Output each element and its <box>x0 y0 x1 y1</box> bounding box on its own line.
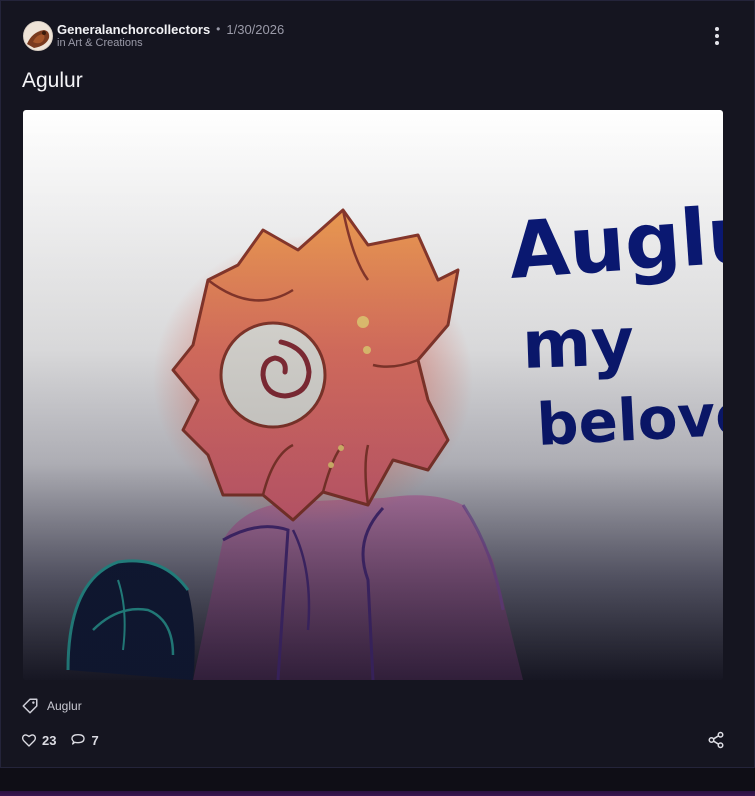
tag-icon <box>22 698 38 714</box>
tag-label: Auglur <box>47 699 82 713</box>
artwork-drawing: Auglur my beloved <box>23 110 723 680</box>
like-button[interactable]: 23 <box>21 732 56 748</box>
kebab-menu-icon[interactable] <box>707 25 727 47</box>
author-avatar[interactable] <box>23 21 53 51</box>
comment-icon <box>71 734 86 745</box>
author-line: Generalanchorcollectors • 1/30/2026 <box>57 21 284 37</box>
post-title: Agulur <box>22 69 83 92</box>
tag-chip[interactable]: Auglur <box>21 697 82 715</box>
comment-button[interactable]: 7 <box>70 732 99 748</box>
post-date: 1/30/2026 <box>226 21 285 37</box>
avatar-image <box>24 22 52 50</box>
like-count: 23 <box>42 732 57 748</box>
comment-count: 7 <box>91 732 99 748</box>
heart-icon <box>21 734 37 747</box>
post-image[interactable]: Auglur my beloved <box>23 110 723 680</box>
post-card: Generalanchorcollectors • 1/30/2026 in A… <box>0 0 755 768</box>
share-icon[interactable] <box>707 731 725 749</box>
separator-dot: • <box>216 22 221 36</box>
community-link[interactable]: in Art & Creations <box>57 37 143 49</box>
post-actions: 23 7 <box>21 730 113 750</box>
author-name[interactable]: Generalanchorcollectors <box>57 22 210 37</box>
page-footer-strip <box>0 768 755 796</box>
